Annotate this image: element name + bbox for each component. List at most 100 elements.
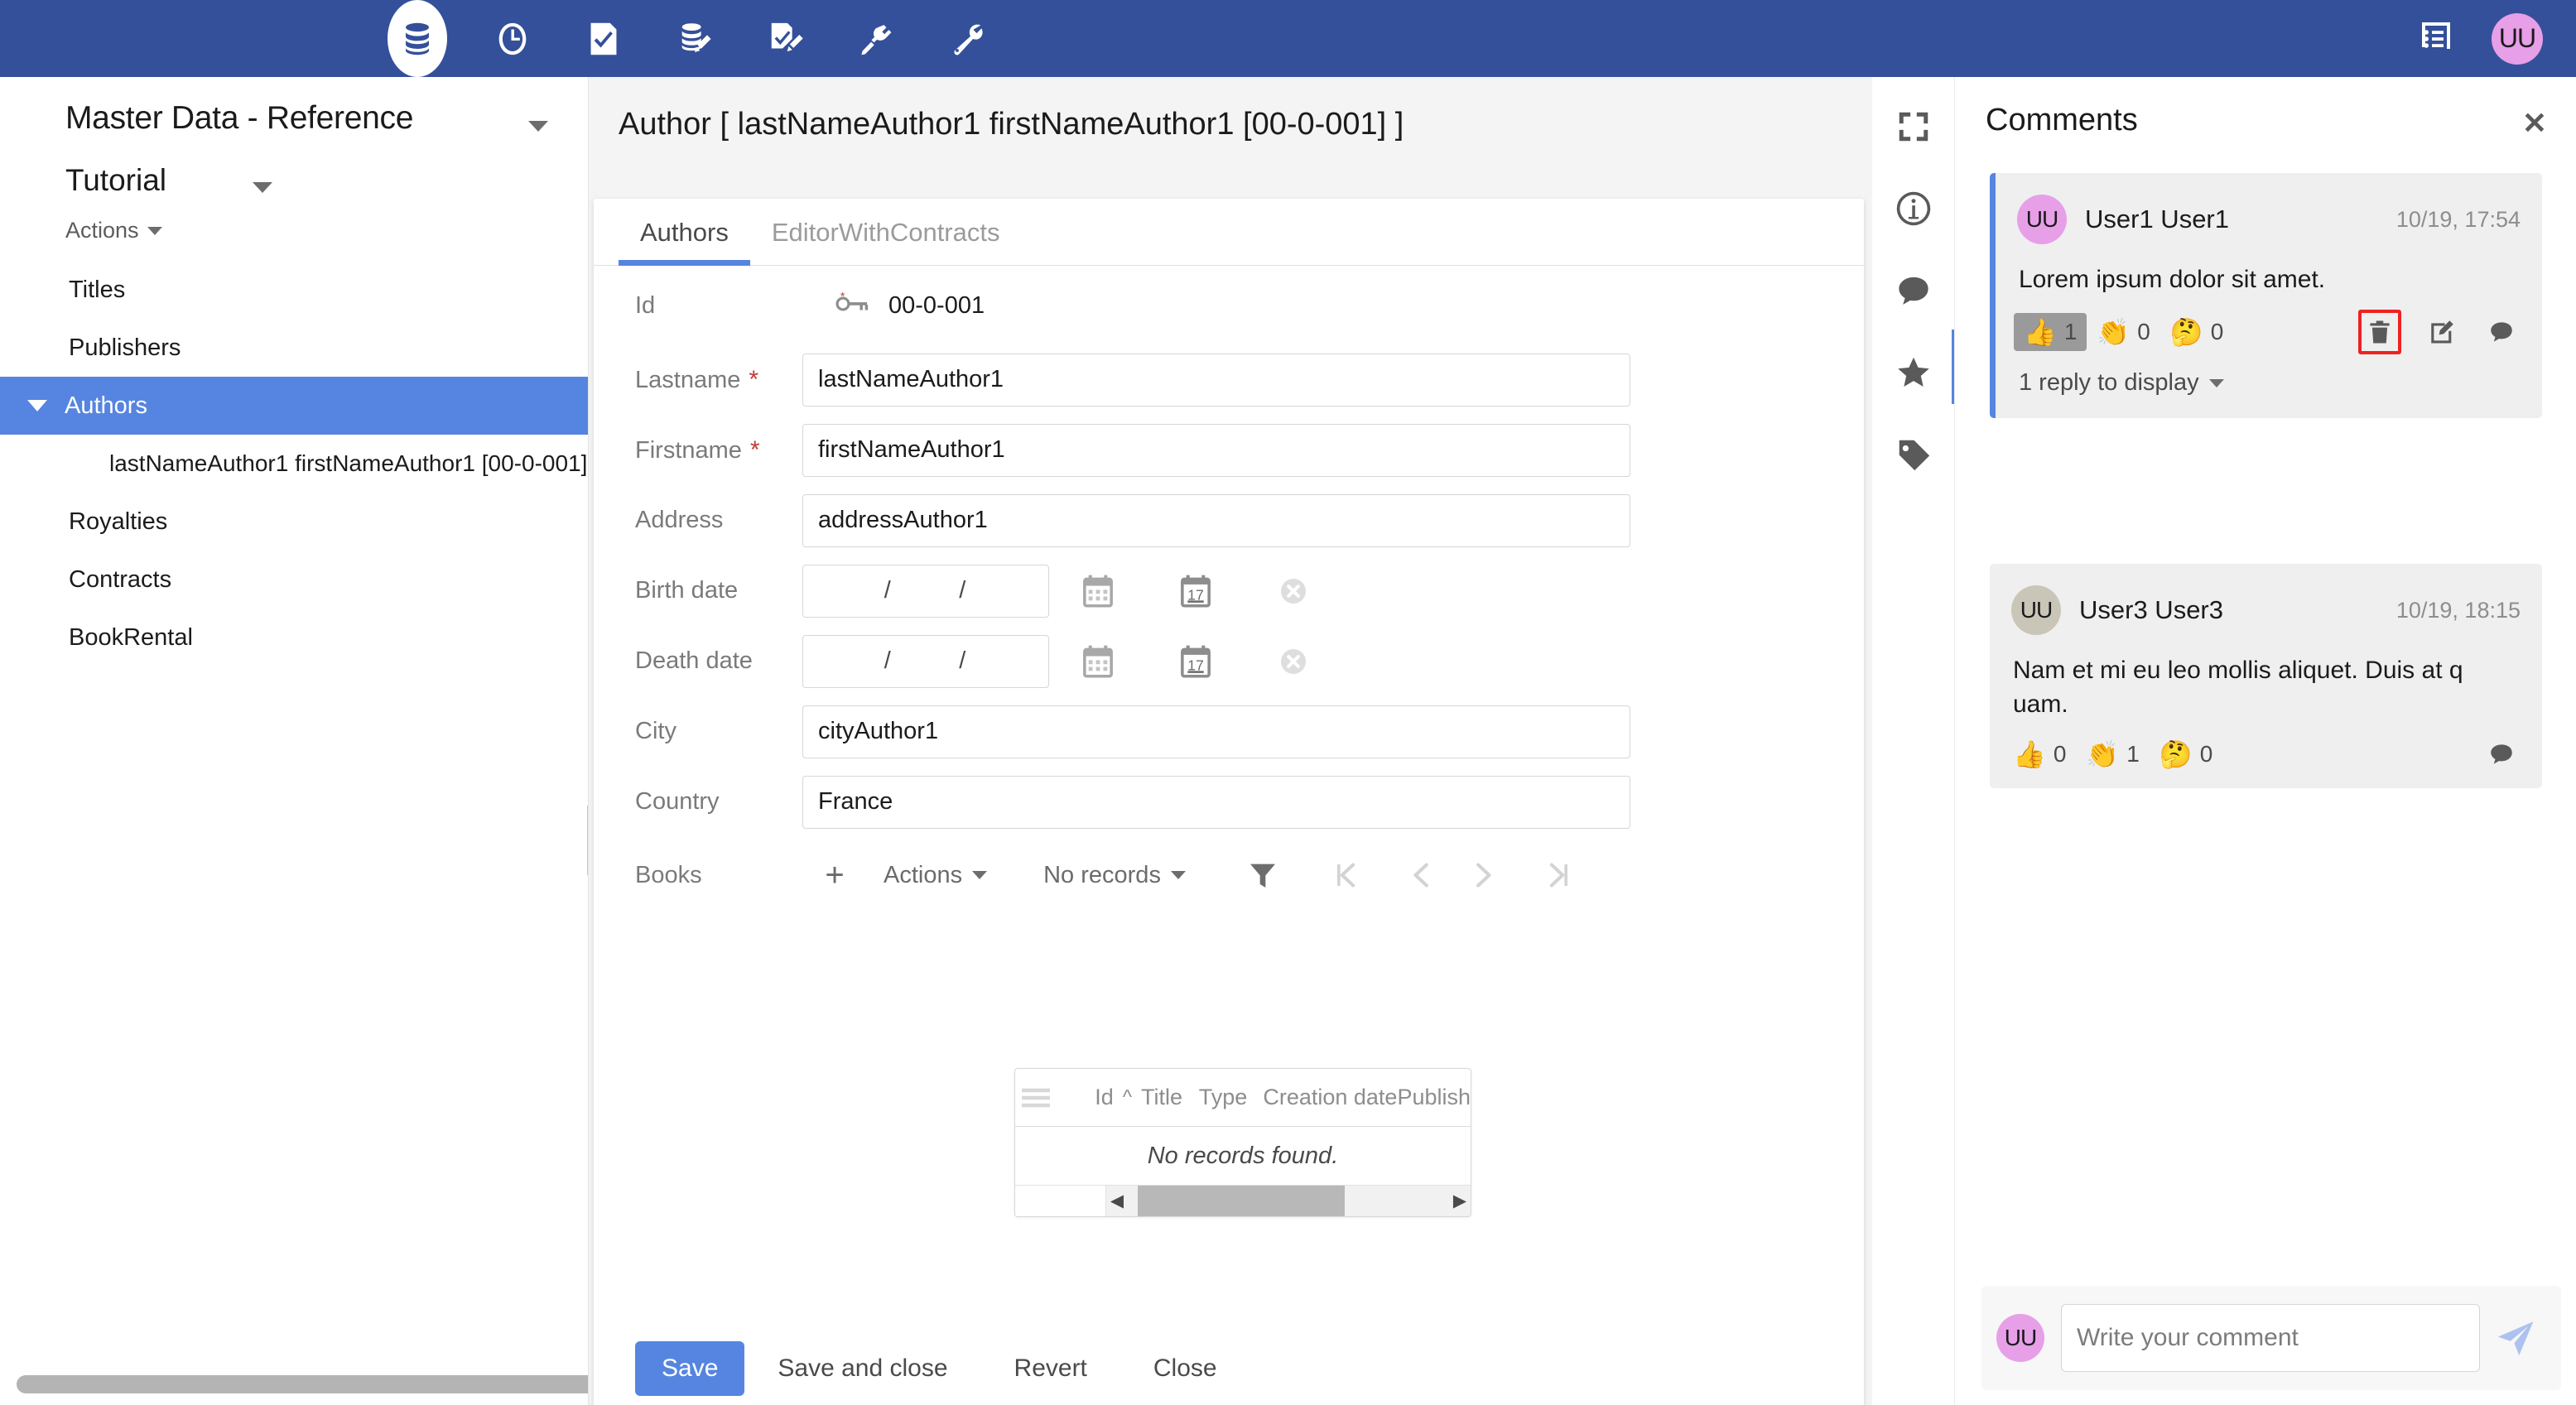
add-book-button[interactable]: +	[802, 857, 867, 894]
comment-item[interactable]: UU User3 User3 10/19, 18:15 Nam et mi eu…	[1990, 564, 2542, 788]
tab-editorwithcontracts[interactable]: EditorWithContracts	[750, 199, 1022, 266]
field-label-firstname: Firstname *	[635, 435, 760, 464]
sidebar-item-label: Authors	[65, 392, 147, 419]
user-avatar[interactable]: UU	[2492, 12, 2543, 65]
workspace-dropdown-caret[interactable]	[528, 121, 548, 132]
database-icon[interactable]	[388, 0, 447, 77]
comment-input[interactable]	[2061, 1304, 2480, 1372]
grid-empty-message: No records found.	[1147, 1142, 1339, 1169]
save-button[interactable]: Save	[635, 1341, 745, 1396]
sidebar-item-contracts[interactable]: Contracts	[0, 551, 588, 609]
books-section-toolbar: Books + Actions No records	[594, 837, 1864, 913]
address-input[interactable]	[802, 493, 1630, 547]
thinking-reaction[interactable]: 🤔 0	[2160, 313, 2233, 351]
primary-key-icon: *	[834, 289, 870, 321]
thinking-reaction[interactable]: 🤔 0	[2150, 735, 2222, 773]
sidebar-item-royalties[interactable]: Royalties	[0, 493, 588, 551]
wrench-icon[interactable]	[942, 13, 994, 65]
clap-reaction[interactable]: 👏 1	[2076, 735, 2149, 773]
top-module-icons	[388, 0, 994, 77]
firstname-input[interactable]	[802, 423, 1630, 477]
comment-icon[interactable]	[1872, 249, 1954, 331]
delete-icon[interactable]	[2358, 310, 2401, 355]
sidebar-horizontal-scrollbar[interactable]	[17, 1375, 588, 1393]
deathdate-controls: 17	[1049, 644, 1342, 679]
sidebar-item-author-record[interactable]: lastNameAuthor1 firstNameAuthor1 [00-0-0…	[0, 435, 588, 493]
reaction-count: 0	[2053, 740, 2067, 767]
calendar-icon[interactable]	[1049, 574, 1147, 609]
deathdate-input[interactable]	[802, 634, 1049, 688]
comment-actions	[2358, 310, 2521, 355]
checklist-icon[interactable]	[578, 13, 629, 65]
clear-date-icon[interactable]	[1245, 574, 1342, 609]
tab-authors[interactable]: Authors	[619, 199, 750, 266]
lastname-input[interactable]	[802, 353, 1630, 407]
today-calendar-icon[interactable]: 17	[1147, 644, 1245, 679]
close-button[interactable]: Close	[1120, 1341, 1250, 1396]
grid-column-type[interactable]: Type	[1199, 1085, 1264, 1110]
edit-icon[interactable]	[2423, 313, 2461, 351]
tab-label: EditorWithContracts	[771, 217, 1000, 247]
plug-icon[interactable]	[851, 13, 903, 65]
comment-item[interactable]: UU User1 User1 10/19, 17:54 Lorem ipsum …	[1990, 173, 2542, 419]
reply-icon[interactable]	[2482, 313, 2521, 351]
scroll-left-arrow[interactable]: ◀	[1106, 1191, 1128, 1211]
books-record-count-menu[interactable]: No records	[1027, 862, 1202, 889]
send-icon[interactable]	[2485, 1307, 2546, 1369]
record-card: Authors EditorWithContracts Id * 00-0-00…	[594, 199, 1864, 1405]
clap-reaction[interactable]: 👏 0	[2087, 313, 2160, 351]
calendar-icon[interactable]	[1049, 644, 1147, 679]
birthdate-input[interactable]	[802, 564, 1049, 618]
previous-page-icon[interactable]	[1391, 859, 1452, 892]
scroll-right-arrow[interactable]: ▶	[1449, 1191, 1471, 1211]
expand-icon[interactable]	[1872, 85, 1954, 167]
revert-button[interactable]: Revert	[981, 1341, 1120, 1396]
grid-column-publish[interactable]: Publish	[1397, 1085, 1471, 1110]
checklist-edit-icon[interactable]	[760, 13, 811, 65]
thumbs-up-reaction[interactable]: 👍 0	[2013, 735, 2076, 773]
reply-icon[interactable]	[2482, 735, 2521, 773]
left-sidebar: Master Data - Reference Tutorial Actions…	[0, 77, 589, 1405]
grid-column-creation-date[interactable]: Creation date	[1263, 1085, 1397, 1110]
sidebar-nav: Titles Publishers Authors lastNameAuthor…	[0, 261, 588, 666]
comment-header: UU User3 User3 10/19, 18:15	[1990, 564, 2542, 635]
today-calendar-icon[interactable]: 17	[1147, 574, 1245, 609]
expanded-triangle-icon	[27, 400, 47, 411]
thinking-face-icon: 🤔	[2169, 317, 2203, 348]
comment-actions	[2482, 735, 2521, 773]
close-icon[interactable]: ✕	[2522, 108, 2547, 138]
save-and-close-button[interactable]: Save and close	[744, 1341, 980, 1396]
last-page-icon[interactable]	[1529, 859, 1590, 892]
clock-icon[interactable]	[487, 13, 538, 65]
tag-icon[interactable]	[1872, 413, 1954, 495]
grid-column-title[interactable]: Title	[1141, 1085, 1199, 1110]
sort-ascending-icon[interactable]: ^	[1114, 1086, 1141, 1109]
sidebar-item-authors[interactable]: Authors	[0, 377, 588, 435]
birthdate-controls: 17	[1049, 574, 1342, 609]
grid-horizontal-scrollbar[interactable]: ◀ ▶	[1015, 1185, 1471, 1216]
clap-icon: 👏	[2086, 739, 2120, 769]
required-asterisk: *	[749, 365, 759, 393]
sidebar-item-bookrental[interactable]: BookRental	[0, 609, 588, 666]
sidebar-item-publishers[interactable]: Publishers	[0, 319, 588, 377]
grid-column-id[interactable]: Id	[1056, 1085, 1114, 1110]
project-dropdown-caret[interactable]	[253, 182, 272, 193]
country-input[interactable]	[802, 775, 1630, 829]
comment-replies-toggle[interactable]: 1 reply to display	[1996, 369, 2542, 418]
database-edit-icon[interactable]	[669, 13, 720, 65]
city-input[interactable]	[802, 705, 1630, 758]
star-icon[interactable]	[1872, 331, 1954, 413]
grid-menu-icon[interactable]	[1015, 1087, 1056, 1109]
clear-date-icon[interactable]	[1245, 644, 1342, 679]
reaction-count: 1	[2063, 319, 2078, 345]
next-page-icon[interactable]	[1452, 859, 1514, 892]
thumbs-up-reaction[interactable]: 👍 1	[2014, 313, 2087, 352]
books-actions-menu[interactable]: Actions	[867, 862, 1004, 889]
first-page-icon[interactable]	[1315, 859, 1376, 892]
sidebar-item-label: Contracts	[69, 565, 172, 593]
sidebar-actions-menu[interactable]: Actions	[65, 218, 162, 243]
sidebar-item-titles[interactable]: Titles	[0, 261, 588, 319]
info-icon[interactable]	[1872, 167, 1954, 249]
filter-icon[interactable]	[1232, 859, 1293, 892]
list-view-icon[interactable]	[2415, 17, 2455, 60]
